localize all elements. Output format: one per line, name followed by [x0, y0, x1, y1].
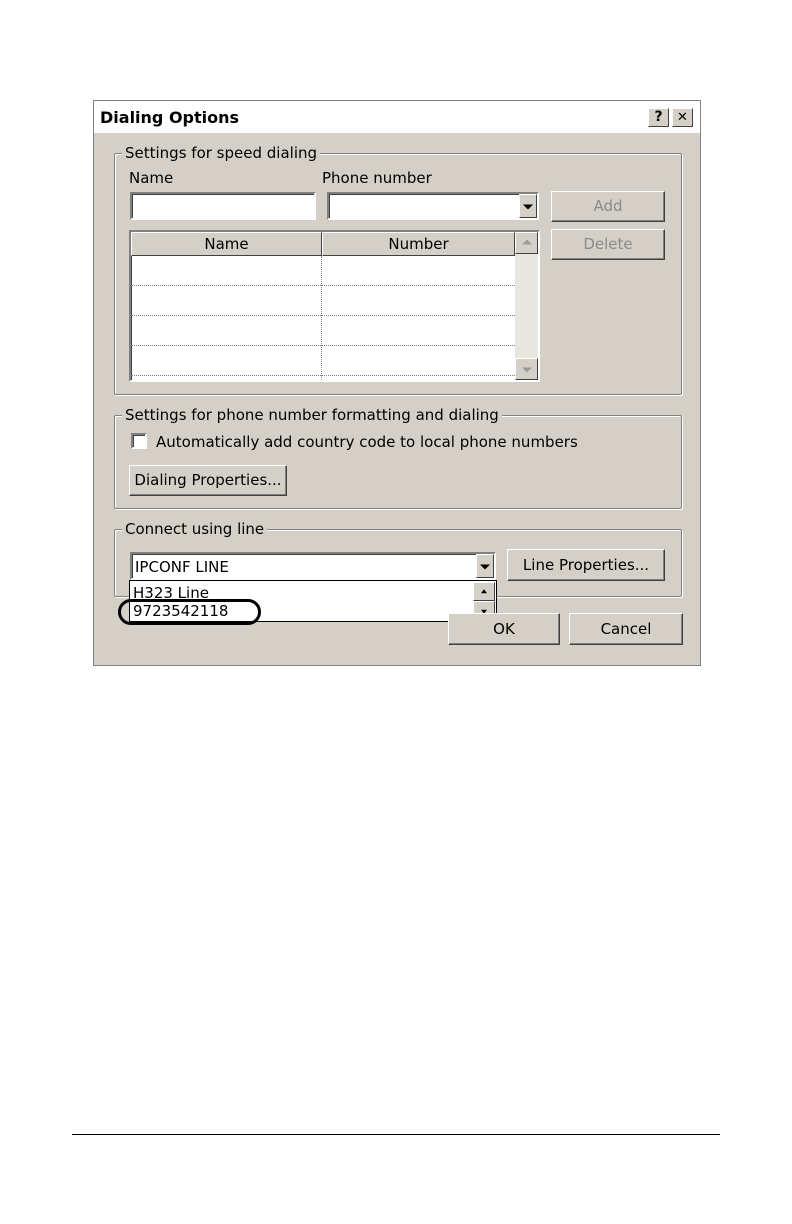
- highlight-callout: [118, 599, 261, 625]
- arrow-up-icon: [521, 239, 532, 245]
- country-code-checkbox[interactable]: [131, 433, 147, 449]
- phone-number-dropdown-button[interactable]: [519, 194, 537, 218]
- close-button[interactable]: ✕: [672, 108, 693, 127]
- delete-button[interactable]: Delete: [551, 229, 665, 260]
- list-scroll-up-button[interactable]: [473, 582, 495, 601]
- ok-button[interactable]: OK: [448, 613, 560, 645]
- name-input[interactable]: [130, 192, 316, 220]
- name-label: Name: [129, 169, 174, 187]
- arrow-down-icon: [521, 367, 532, 373]
- table-row[interactable]: [131, 346, 515, 376]
- line-select-dropdown-button[interactable]: [476, 554, 494, 578]
- chevron-down-icon: [480, 564, 490, 570]
- table-row[interactable]: [131, 316, 515, 346]
- help-button[interactable]: ?: [648, 108, 669, 127]
- table-scrollbar[interactable]: [515, 232, 538, 380]
- phone-number-label: Phone number: [322, 169, 432, 187]
- page-footer-rule: [72, 1134, 720, 1135]
- close-icon: ✕: [677, 110, 688, 125]
- formatting-legend: Settings for phone number formatting and…: [122, 406, 502, 424]
- speed-dial-table[interactable]: Name Number: [129, 230, 540, 382]
- scroll-up-button[interactable]: [515, 232, 538, 254]
- add-button[interactable]: Add: [551, 191, 665, 222]
- line-select-value: IPCONF LINE: [135, 558, 229, 576]
- speed-dialing-legend: Settings for speed dialing: [122, 144, 321, 162]
- chevron-down-icon: [523, 204, 533, 210]
- country-code-checkbox-label[interactable]: Automatically add country code to local …: [156, 433, 578, 451]
- table-row[interactable]: [131, 286, 515, 316]
- help-icon: ?: [654, 109, 663, 125]
- dialog-title: Dialing Options: [100, 108, 240, 127]
- column-header-name[interactable]: Name: [131, 232, 322, 256]
- title-bar: Dialing Options ? ✕: [94, 101, 700, 133]
- dialing-options-dialog: Dialing Options ? ✕ Settings for speed d…: [93, 100, 701, 666]
- phone-number-combobox[interactable]: [327, 192, 539, 220]
- column-divider: [321, 256, 322, 380]
- dialing-properties-button[interactable]: Dialing Properties...: [129, 465, 287, 496]
- line-select[interactable]: IPCONF LINE: [130, 552, 496, 580]
- line-properties-button[interactable]: Line Properties...: [507, 549, 665, 581]
- column-header-number[interactable]: Number: [322, 232, 515, 256]
- cancel-button[interactable]: Cancel: [569, 613, 683, 645]
- scroll-down-button[interactable]: [515, 358, 538, 380]
- arrow-up-icon: [481, 588, 487, 593]
- connect-line-legend: Connect using line: [122, 520, 268, 538]
- table-row[interactable]: [131, 256, 515, 286]
